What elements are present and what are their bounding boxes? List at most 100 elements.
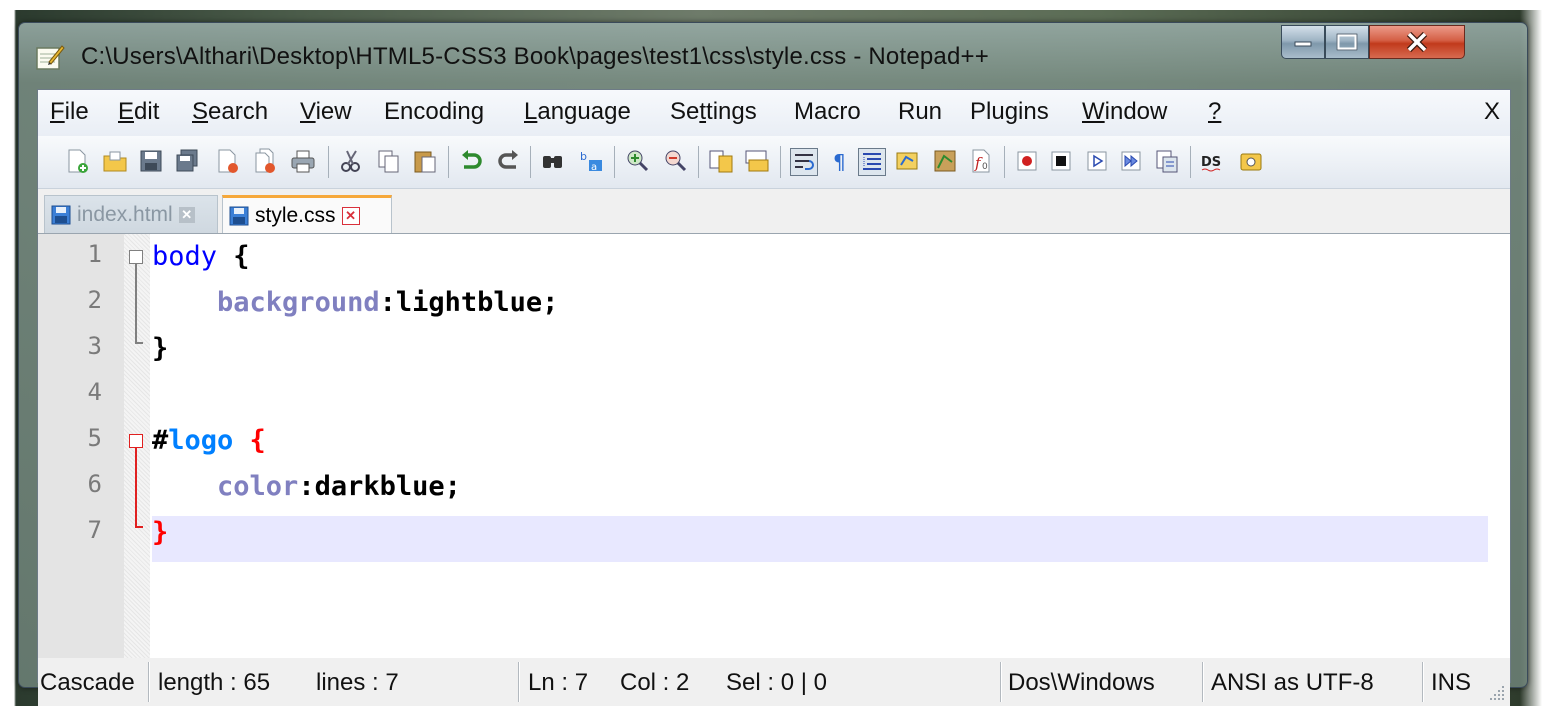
menu-settings[interactable]: Settings <box>670 98 757 126</box>
menu-window[interactable]: Window <box>1082 98 1167 126</box>
svg-text:DS: DS <box>1201 155 1221 170</box>
save-all-icon[interactable] <box>174 148 200 174</box>
tab-index-html[interactable]: index.html ✕ <box>44 195 218 233</box>
code-token: logo <box>168 425 234 456</box>
redo-icon[interactable] <box>496 148 522 174</box>
save-icon[interactable] <box>138 148 164 174</box>
menu-edit[interactable]: Edit <box>118 98 159 126</box>
maximize-button[interactable] <box>1325 25 1369 59</box>
menu-run[interactable]: Run <box>898 98 942 126</box>
line-number: 6 <box>87 470 102 498</box>
fold-guide <box>135 264 137 344</box>
code-line: color:darkblue; <box>152 464 461 510</box>
status-length: length : 65 <box>158 669 271 696</box>
svg-text:b: b <box>580 150 587 163</box>
show-all-chars-icon[interactable]: ¶ <box>828 148 854 174</box>
current-line-highlight <box>152 516 1488 562</box>
zoom-in-icon[interactable] <box>624 148 650 174</box>
close-icon <box>1406 31 1428 53</box>
status-mode: INS <box>1431 669 1472 696</box>
sync-vertical-icon[interactable] <box>708 148 734 174</box>
user-lang-icon[interactable] <box>894 148 920 174</box>
menu-language[interactable]: Language <box>524 98 631 126</box>
status-divider <box>1000 662 1001 702</box>
tab-style-css[interactable]: style.css ✕ <box>222 195 392 233</box>
menu-view[interactable]: View <box>300 98 352 126</box>
toolbar-separator <box>614 146 615 178</box>
notepad-app-icon[interactable] <box>35 43 65 71</box>
tab-close-icon[interactable]: ✕ <box>178 206 195 223</box>
close-all-icon[interactable] <box>252 148 278 174</box>
print-icon[interactable] <box>290 148 316 174</box>
undo-icon[interactable] <box>458 148 484 174</box>
code-token: :lightblue; <box>379 287 559 318</box>
status-divider <box>518 662 519 702</box>
status-divider <box>148 662 149 702</box>
menu-search[interactable]: Search <box>192 98 268 126</box>
fold-guide <box>135 448 137 528</box>
saved-file-icon <box>51 205 71 224</box>
fold-toggle-icon[interactable] <box>129 250 143 264</box>
code-token: color <box>217 471 299 502</box>
doc-map-icon[interactable] <box>932 148 958 174</box>
word-wrap-icon[interactable] <box>790 148 818 176</box>
window-title: C:\Users\Althari\Desktop\HTML5-CSS3 Book… <box>81 43 989 70</box>
menu-macro[interactable]: Macro <box>794 98 861 126</box>
code-token: } <box>152 333 169 364</box>
find-icon[interactable] <box>540 148 566 174</box>
code-token: :darkblue; <box>298 471 461 502</box>
sync-horizontal-icon[interactable] <box>744 148 770 174</box>
play-macro-icon[interactable] <box>1084 148 1110 174</box>
toolbar-separator <box>698 146 699 178</box>
function-list-icon[interactable]: f0 <box>968 148 994 174</box>
fold-guide-end <box>135 342 143 344</box>
line-number: 7 <box>87 516 102 544</box>
stop-record-icon[interactable] <box>1048 148 1074 174</box>
run-macro-multiple-icon[interactable] <box>1118 148 1144 174</box>
zoom-out-icon[interactable] <box>662 148 688 174</box>
toolbar-separator <box>1004 146 1005 178</box>
close-window-button[interactable] <box>1369 25 1465 59</box>
svg-text:¶: ¶ <box>833 150 846 174</box>
toolbar-separator <box>1190 146 1191 178</box>
status-divider <box>1202 662 1203 702</box>
code-token: { <box>233 425 266 456</box>
toolbar-separator <box>448 146 449 178</box>
status-bar: Cascade length : 65 lines : 7 Ln : 7 Col… <box>38 658 1510 706</box>
code-editor[interactable]: 1 2 3 4 5 6 7 body { background:lightblu… <box>38 233 1510 660</box>
spell-check-icon[interactable]: DS <box>1200 148 1226 174</box>
new-file-icon[interactable] <box>64 148 90 174</box>
replace-icon[interactable]: ba <box>578 148 604 174</box>
close-document-button[interactable]: X <box>1484 98 1500 126</box>
resize-grip-icon[interactable] <box>1488 684 1506 702</box>
toolbar-separator <box>530 146 531 178</box>
menu-bar: File Edit Search View Encoding Language … <box>38 90 1510 136</box>
compare-icon[interactable] <box>1238 148 1264 174</box>
code-line: body { <box>152 234 250 280</box>
indent-guide-icon[interactable] <box>858 148 886 176</box>
fold-toggle-icon[interactable] <box>129 434 143 448</box>
line-number: 4 <box>87 378 102 406</box>
menu-encoding[interactable]: Encoding <box>384 98 484 126</box>
line-number: 5 <box>87 424 102 452</box>
svg-text:0: 0 <box>982 162 988 172</box>
tab-label: style.css <box>255 203 336 227</box>
code-token: } <box>152 517 169 548</box>
menu-plugins[interactable]: Plugins <box>970 98 1049 126</box>
menu-file[interactable]: File <box>50 98 89 126</box>
save-macro-icon[interactable] <box>1154 148 1180 174</box>
copy-icon[interactable] <box>376 148 402 174</box>
paste-icon[interactable] <box>412 148 438 174</box>
tab-close-icon[interactable]: ✕ <box>341 206 360 225</box>
record-macro-icon[interactable] <box>1014 148 1040 174</box>
open-file-icon[interactable] <box>102 148 128 174</box>
cut-icon[interactable] <box>338 148 364 174</box>
minimize-button[interactable] <box>1281 25 1325 59</box>
title-bar[interactable]: C:\Users\Althari\Desktop\HTML5-CSS3 Book… <box>19 23 1527 89</box>
close-file-icon[interactable] <box>214 148 240 174</box>
status-sel: Sel : 0 | 0 <box>726 669 827 696</box>
desktop-strip <box>0 0 1554 10</box>
notepad-window: C:\Users\Althari\Desktop\HTML5-CSS3 Book… <box>18 22 1528 706</box>
menu-help[interactable]: ? <box>1208 98 1221 126</box>
